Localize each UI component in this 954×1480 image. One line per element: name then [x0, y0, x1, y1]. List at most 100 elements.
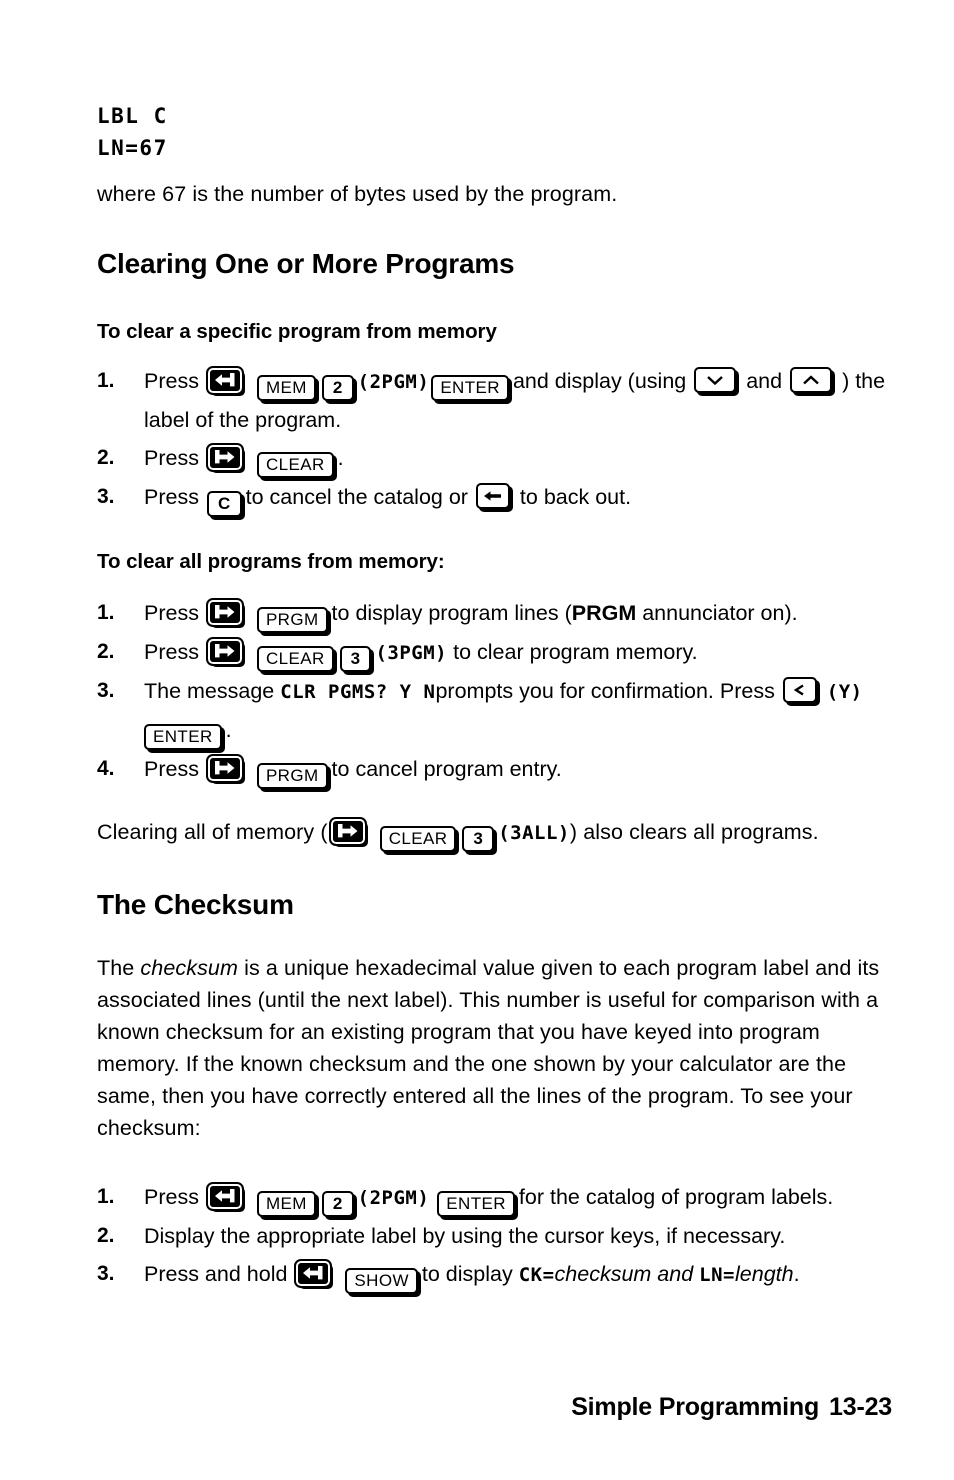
step-number: 1.: [97, 601, 115, 624]
step-text-2: to clear program memory.: [453, 640, 698, 664]
display-line-1: LBL C: [97, 104, 168, 128]
list-item: 3. Press Cto cancel the catalog or to bac…: [97, 478, 887, 517]
prgm-annunciator-label: PRGM: [571, 601, 637, 625]
display-hint-2pgm: (2PGM): [357, 371, 430, 393]
section-heading-checksum: The Checksum: [97, 889, 294, 920]
step-number: 1.: [97, 1185, 115, 1208]
steps-clear-specific: 1. Press MEM 2 (2PGM) ENTER and display (usin…: [97, 362, 887, 517]
step-number: 3.: [97, 485, 115, 508]
step-text: Press: [144, 485, 199, 509]
checksum-para-part2: is a unique hexadecimal value given to e…: [97, 956, 880, 1140]
list-item: 3. The message CLR PGMS? Y Nprompts you f…: [97, 672, 887, 750]
closing-text-1: Clearing all of memory (: [97, 820, 328, 844]
show-key[interactable]: SHOW: [345, 1268, 418, 1294]
calculator-display-block: LBL C LN=67: [97, 100, 887, 164]
c-key[interactable]: C: [206, 491, 242, 517]
closing-paragraph-clearing: Clearing all of memory ( CLEAR 3 (3ALL)) a…: [97, 813, 887, 852]
left-shift-key[interactable]: [294, 1259, 333, 1288]
prgm-key[interactable]: PRGM: [256, 607, 328, 633]
step-text: Press: [144, 757, 199, 781]
step-text: Press: [144, 601, 199, 625]
step-text: Display the appropriate label by using t…: [144, 1224, 786, 1248]
list-item: 2. Display the appropriate label by using…: [97, 1217, 887, 1255]
up-arrow-key[interactable]: [790, 367, 833, 393]
down-arrow-key[interactable]: [694, 367, 737, 393]
step-number: 1.: [97, 369, 115, 392]
right-shift-key[interactable]: [205, 637, 244, 666]
right-shift-key[interactable]: [205, 443, 244, 472]
right-shift-key[interactable]: [205, 598, 244, 627]
step-text: Press: [144, 369, 199, 393]
step-number: 3.: [97, 1262, 115, 1285]
clear-key[interactable]: CLEAR: [256, 646, 334, 672]
checksum-placeholder: checksum and: [554, 1262, 694, 1286]
subheading-clear-all: To clear all programs from memory:: [97, 550, 445, 573]
step-text: Press: [144, 446, 199, 470]
checksum-para-part1: The: [97, 956, 141, 980]
clear-key[interactable]: CLEAR: [379, 826, 457, 852]
list-item: 1. Press MEM 2 (2PGM) ENTER and display (usin…: [97, 362, 887, 439]
length-placeholder: length: [735, 1262, 794, 1286]
list-item: 4. Press PRGM to cancel program entry.: [97, 750, 887, 789]
left-arrow-key[interactable]: [782, 677, 817, 703]
digit-2-key[interactable]: 2: [321, 1191, 354, 1217]
display-hint-y: (Y): [826, 681, 863, 703]
right-shift-key[interactable]: [328, 817, 367, 846]
step-text: Press and hold: [144, 1262, 288, 1286]
left-shift-key[interactable]: [205, 366, 244, 395]
enter-key[interactable]: ENTER: [431, 375, 509, 401]
footer-title: Simple Programming: [571, 1393, 820, 1421]
enter-key[interactable]: ENTER: [437, 1191, 515, 1217]
closing-text-2: ) also clears all programs.: [569, 820, 819, 844]
manual-page: LBL C LN=67 where 67 is the number of by…: [0, 0, 954, 1480]
step-text-2: to cancel program entry.: [331, 757, 562, 781]
step-text-3: .: [793, 1262, 800, 1286]
display-hint-3all: (3ALL): [498, 822, 570, 844]
step-text-3: annunciator on).: [642, 601, 798, 625]
step-number: 2.: [97, 446, 115, 469]
checksum-italic-term: checksum: [140, 956, 239, 980]
list-item: 2. Press CLEAR 3 (3PGM) to clear program me…: [97, 633, 887, 672]
step-text-3: .: [225, 718, 232, 742]
display-message-clr-pgms: CLR PGMS? Y N: [280, 681, 436, 703]
step-text-3: and: [746, 369, 783, 393]
step-text: The message: [144, 679, 275, 703]
section-heading-clearing: Clearing One or More Programs: [97, 248, 515, 279]
left-shift-key[interactable]: [205, 1182, 244, 1211]
step-number: 3.: [97, 679, 115, 702]
checksum-paragraph: The checksum is a unique hexadecimal val…: [97, 952, 887, 1144]
steps-clear-all: 1. Press PRGM to display program lines (PR…: [97, 594, 887, 789]
step-text-2: prompts you for confirmation. Press: [435, 679, 775, 703]
list-item: 2. Press CLEAR.: [97, 439, 887, 478]
steps-checksum: 1. Press MEM 2 (2PGM) ENTER for the catalog …: [97, 1178, 887, 1294]
prgm-key[interactable]: PRGM: [256, 763, 328, 789]
step-text-2: to cancel the catalog or: [245, 485, 468, 509]
step-number: 2.: [97, 1224, 115, 1247]
mem-key[interactable]: MEM: [256, 1191, 316, 1217]
footer-page-number: 13-23: [829, 1393, 892, 1421]
list-item: 1. Press PRGM to display program lines (PR…: [97, 594, 887, 633]
step-number: 2.: [97, 640, 115, 663]
digit-3-key[interactable]: 3: [462, 826, 495, 852]
backspace-key[interactable]: [475, 483, 510, 509]
clear-key[interactable]: CLEAR: [256, 452, 334, 478]
step-text-2: to display: [421, 1262, 513, 1286]
page-footer: Simple Programming 13-23: [571, 1393, 892, 1422]
enter-key[interactable]: ENTER: [144, 724, 222, 750]
step-text: Press: [144, 640, 199, 664]
step-text-3: to back out.: [519, 485, 632, 509]
display-line-2: LN=67: [97, 136, 168, 160]
digit-3-key[interactable]: 3: [339, 646, 372, 672]
mem-key[interactable]: MEM: [256, 375, 316, 401]
step-text: Press: [144, 1185, 199, 1209]
digit-2-key[interactable]: 2: [321, 375, 354, 401]
display-label-ck: CK=: [518, 1264, 555, 1286]
list-item: 1. Press MEM 2 (2PGM) ENTER for the catalog …: [97, 1178, 887, 1217]
subheading-clear-specific: To clear a specific program from memory: [97, 320, 497, 343]
right-shift-key[interactable]: [205, 754, 244, 783]
page-content: LBL C LN=67 where 67 is the number of by…: [97, 100, 887, 1294]
intro-paragraph: where 67 is the number of bytes used by …: [97, 182, 618, 206]
step-text-2: and display (using: [512, 369, 687, 393]
display-hint-3pgm: (3PGM): [375, 642, 448, 664]
step-text-2: for the catalog of program labels.: [518, 1185, 834, 1209]
